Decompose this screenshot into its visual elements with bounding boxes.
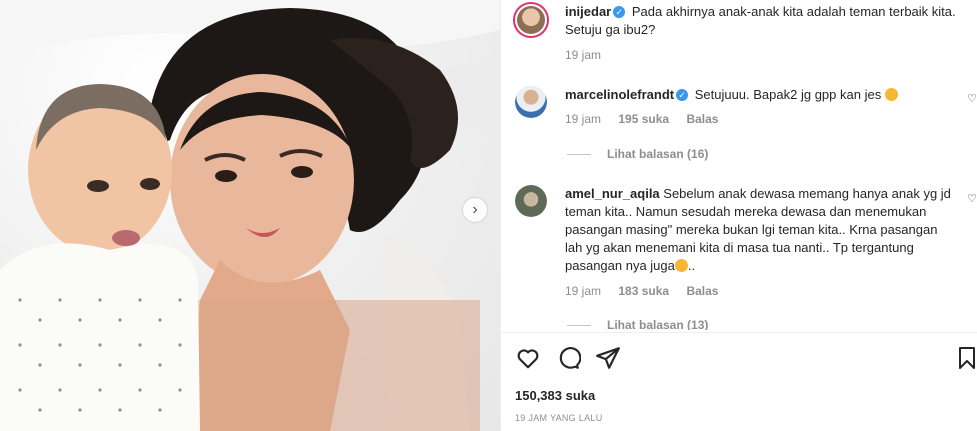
- comment-2-username[interactable]: amel_nur_aqila: [565, 186, 660, 201]
- replies-line: [567, 325, 591, 327]
- view-replies-label[interactable]: Lihat balasan (16): [607, 147, 708, 161]
- caption-meta: 19 jam: [565, 48, 615, 62]
- comment-2-likes[interactable]: 183 suka: [618, 284, 669, 298]
- likes-count[interactable]: 150,383 suka: [515, 388, 595, 403]
- commenter-avatar[interactable]: [515, 86, 547, 118]
- actions-divider: [501, 332, 977, 333]
- author-avatar[interactable]: [513, 2, 549, 38]
- comment-1-time[interactable]: 19 jam: [565, 112, 601, 126]
- comment-1-text: Setujuuu. Bapak2 jg gpp kan jes: [694, 87, 885, 102]
- comment-2-time[interactable]: 19 jam: [565, 284, 601, 298]
- post-timestamp: 19 JAM YANG LALU: [515, 413, 603, 423]
- comment-2-like-icon[interactable]: ♡: [967, 192, 977, 205]
- comment-icon[interactable]: [555, 345, 581, 371]
- chevron-right-icon[interactable]: ›: [463, 198, 487, 222]
- heart-icon[interactable]: [515, 345, 541, 371]
- comment-1-username[interactable]: marcelinolefrandt: [565, 87, 674, 102]
- view-replies-label[interactable]: Lihat balasan (13): [607, 318, 708, 330]
- comment-2-meta: 19 jam 183 suka Balas: [565, 284, 732, 298]
- commenter-avatar[interactable]: [515, 185, 547, 217]
- comment-1-likes[interactable]: 195 suka: [618, 112, 669, 126]
- comment-2-view-replies[interactable]: Lihat balasan (13): [567, 318, 708, 330]
- paper-plane-icon[interactable]: [595, 345, 621, 371]
- photo-illustration: [0, 0, 500, 431]
- comment-1-meta: 19 jam 195 suka Balas: [565, 112, 732, 126]
- comment-1-like-icon[interactable]: ♡: [967, 92, 977, 105]
- comment-2-reply-button[interactable]: Balas: [686, 284, 718, 298]
- comment-1-reply-button[interactable]: Balas: [686, 112, 718, 126]
- smiling-face-emoji-icon: [674, 259, 688, 272]
- comment-2-text-suffix: ..: [687, 258, 696, 273]
- bookmark-icon[interactable]: [957, 345, 977, 371]
- author-username[interactable]: inijedar: [565, 4, 611, 19]
- replies-line: [567, 154, 591, 156]
- caption-time[interactable]: 19 jam: [565, 48, 601, 62]
- comment-1-view-replies[interactable]: Lihat balasan (16): [567, 147, 708, 161]
- comment-2: amel_nur_aqila Sebelum anak dewasa meman…: [565, 185, 955, 275]
- comment-1: marcelinolefrandt ✓ Setujuuu. Bapak2 jg g…: [565, 86, 955, 104]
- verified-badge-icon: ✓: [613, 6, 626, 18]
- post-photo[interactable]: ›: [0, 0, 500, 431]
- post-detail-panel: inijedar ✓ Pada akhirnya anak-anak kita a…: [501, 0, 977, 431]
- smiling-face-emoji-icon: [884, 88, 898, 101]
- verified-badge-icon: ✓: [676, 89, 689, 101]
- post-caption: inijedar ✓ Pada akhirnya anak-anak kita a…: [565, 3, 965, 39]
